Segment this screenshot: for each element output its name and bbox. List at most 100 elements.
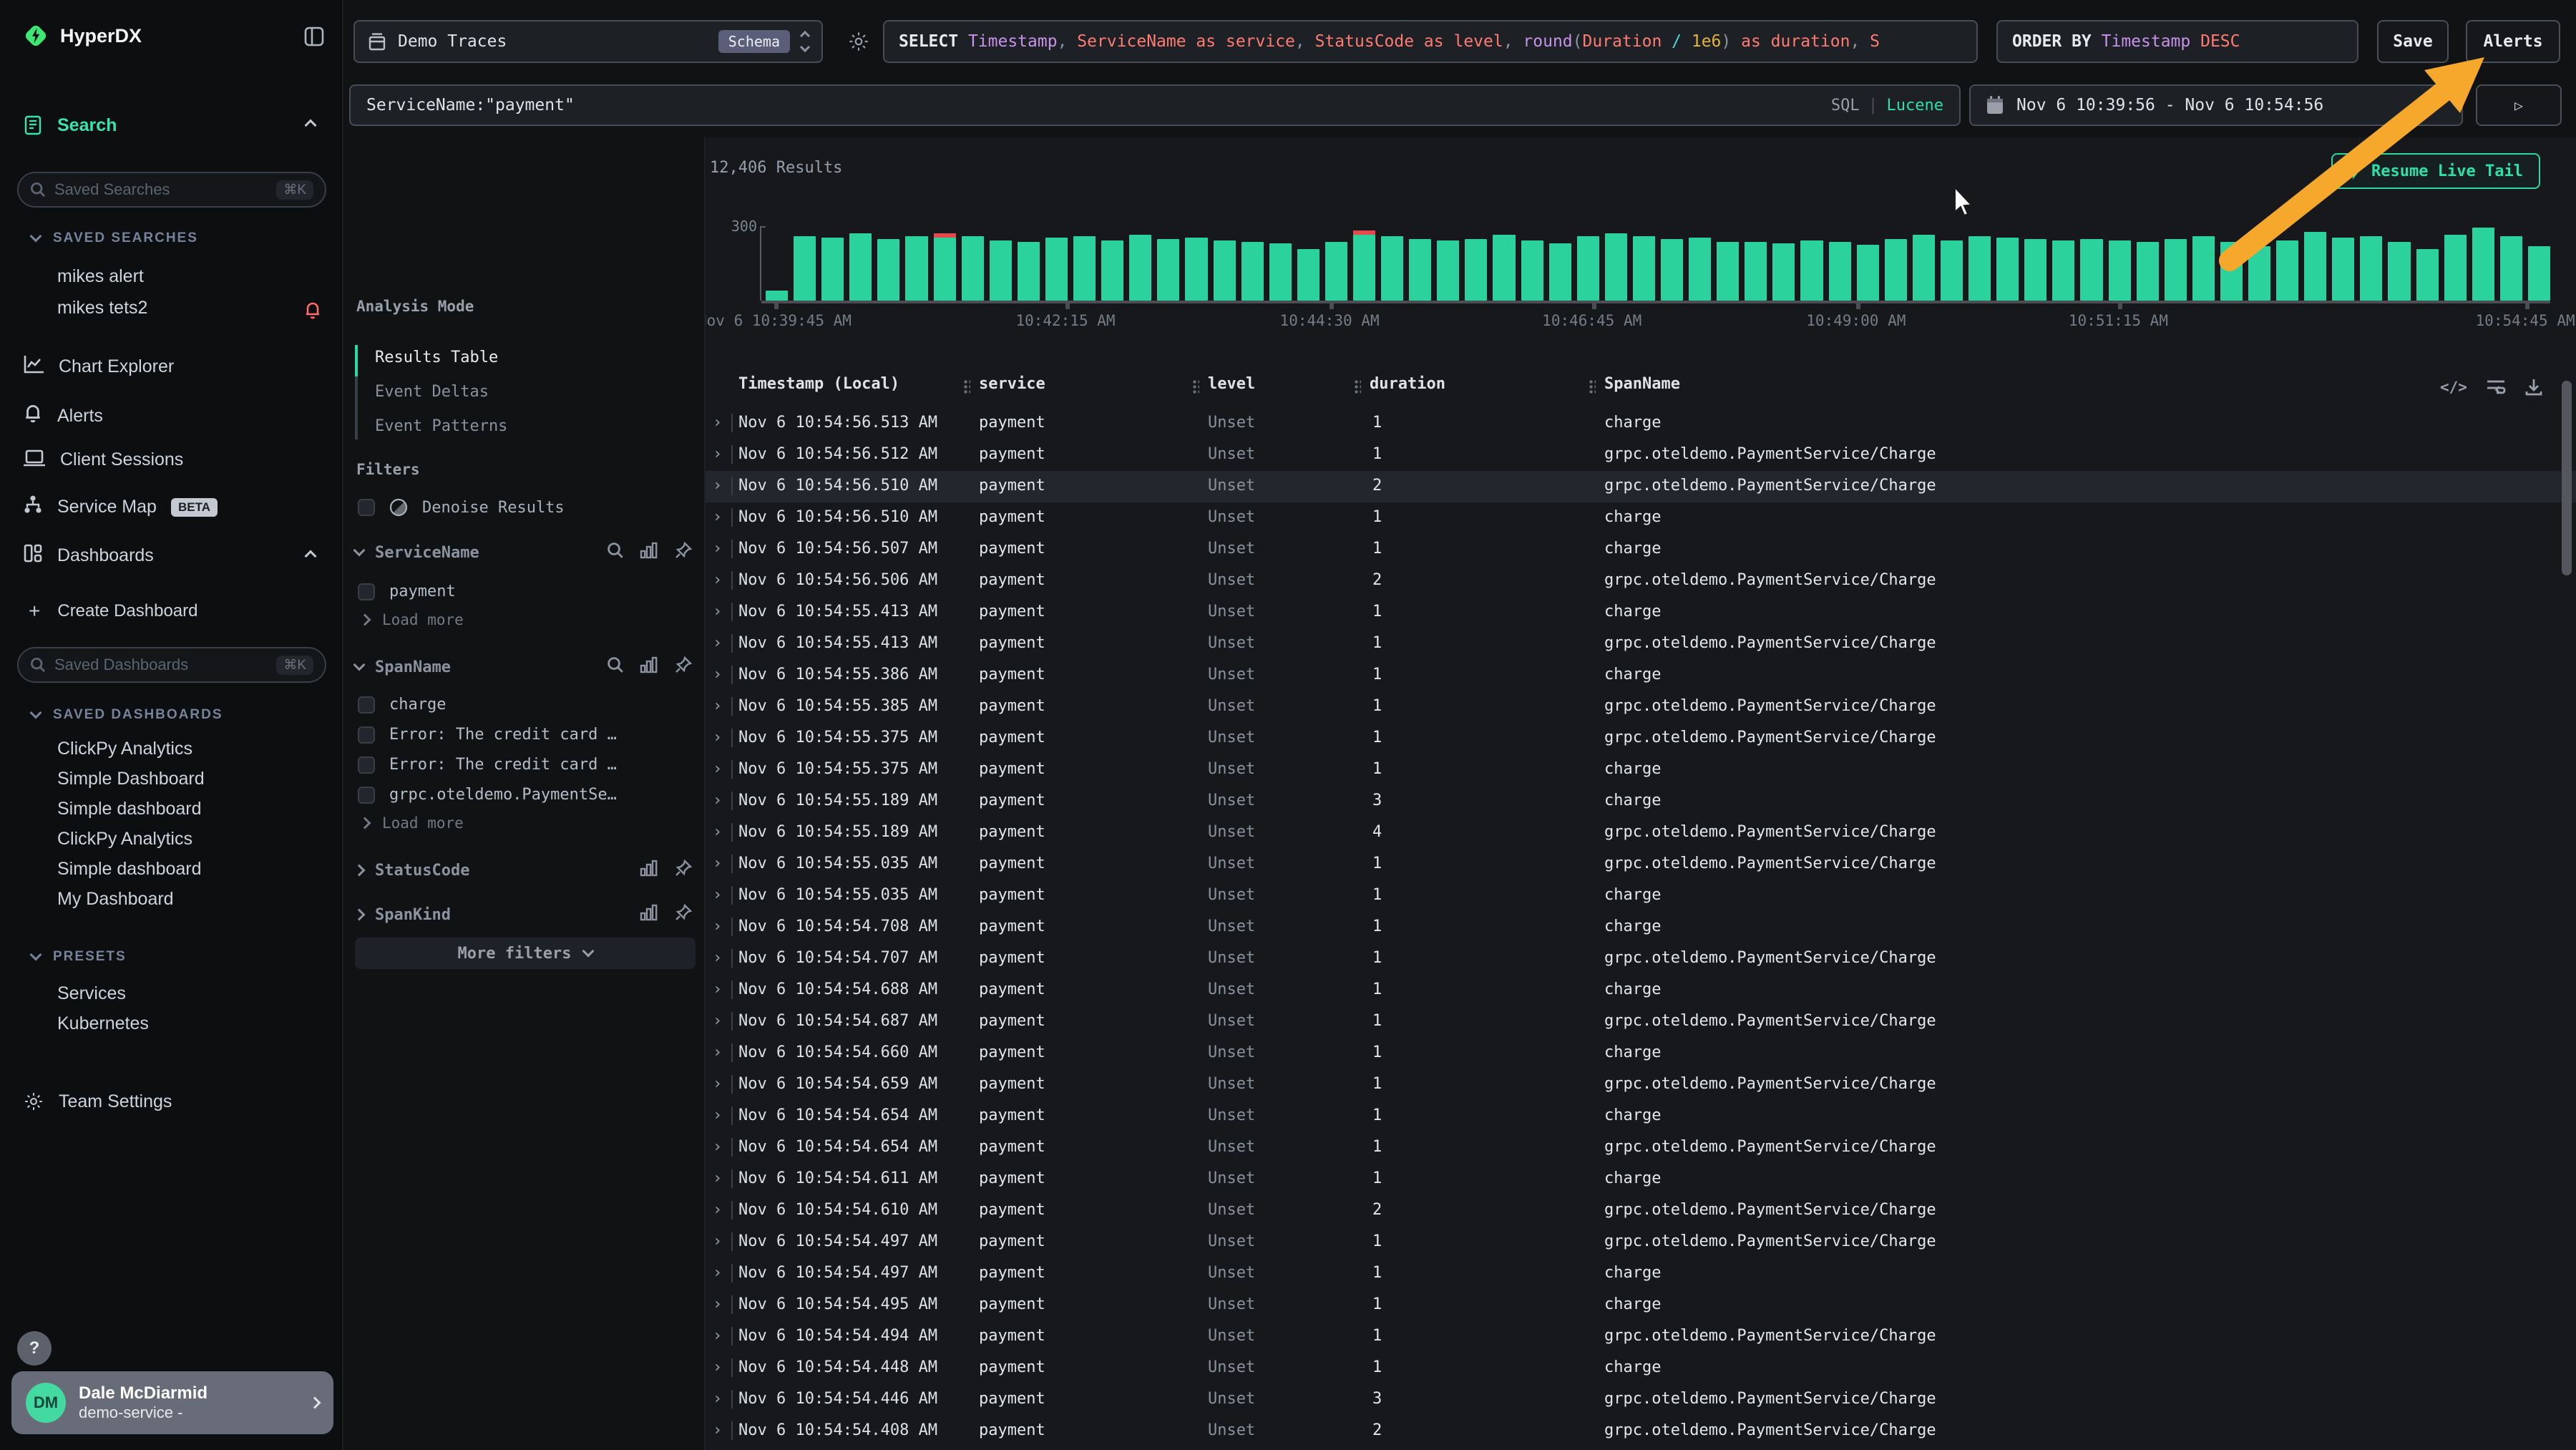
histogram-bar[interactable] (1353, 235, 1375, 301)
analysis-mode-event-patterns[interactable]: Event Patterns (355, 409, 698, 444)
table-row[interactable]: ›Nov 6 10:54:54.660 AMpaymentUnset1charg… (706, 1038, 2576, 1069)
table-row[interactable]: ›Nov 6 10:54:54.659 AMpaymentUnset1grpc.… (706, 1069, 2576, 1101)
histogram-bar[interactable] (2248, 246, 2270, 301)
histogram-bar[interactable] (849, 233, 872, 301)
histogram-bar[interactable] (1493, 235, 1515, 301)
alerts-button[interactable]: Alerts (2466, 20, 2560, 63)
expand-row-icon[interactable]: › (713, 1138, 722, 1156)
table-row[interactable]: ›Nov 6 10:54:54.448 AMpaymentUnset1charg… (706, 1353, 2576, 1384)
expand-row-icon[interactable]: › (713, 697, 722, 715)
saved-dashboard-item[interactable]: Simple Dashboard (57, 769, 205, 789)
expand-row-icon[interactable]: › (713, 1232, 722, 1250)
table-row[interactable]: ›Nov 6 10:54:55.413 AMpaymentUnset1grpc.… (706, 628, 2576, 660)
sidebar-collapse-icon[interactable] (303, 26, 325, 47)
expand-row-icon[interactable]: › (713, 886, 722, 904)
histogram-bar[interactable] (2080, 239, 2102, 301)
sidebar-item-service-map[interactable]: Service MapBETA (23, 494, 218, 520)
column-drag-handle-icon[interactable] (1589, 379, 1596, 395)
saved-dashboard-item[interactable]: Simple dashboard (57, 859, 202, 880)
expand-row-icon[interactable]: › (713, 445, 722, 463)
histogram-bar[interactable] (1101, 240, 1123, 301)
date-range-picker[interactable]: Nov 6 10:39:56 - Nov 6 10:54:56 (1969, 84, 2463, 126)
filter-value-checkbox[interactable]: Error: The credit card … (358, 756, 617, 774)
expand-row-icon[interactable]: › (713, 792, 722, 809)
saved-searches-input[interactable]: Saved Searches ⌘K (17, 172, 326, 208)
language-toggle-sql[interactable]: SQL (1831, 97, 1860, 115)
language-toggle-lucene[interactable]: Lucene (1887, 97, 1943, 115)
table-row[interactable]: ›Nov 6 10:54:54.494 AMpaymentUnset1grpc.… (706, 1321, 2576, 1353)
table-row[interactable]: ›Nov 6 10:54:55.035 AMpaymentUnset1grpc.… (706, 849, 2576, 880)
expand-row-icon[interactable]: › (713, 477, 722, 495)
histogram-bar[interactable] (934, 238, 956, 301)
histogram-bar[interactable] (2388, 242, 2410, 301)
column-drag-handle-icon[interactable] (963, 379, 970, 395)
histogram-bar[interactable] (1129, 235, 1151, 301)
histogram-bar[interactable] (2165, 239, 2187, 301)
expand-row-icon[interactable]: › (713, 1264, 722, 1282)
table-row[interactable]: ›Nov 6 10:54:55.385 AMpaymentUnset1grpc.… (706, 691, 2576, 723)
presets-header[interactable]: PRESETS (31, 949, 127, 965)
save-button[interactable]: Save (2377, 20, 2449, 63)
table-row[interactable]: ›Nov 6 10:54:56.510 AMpaymentUnset2grpc.… (706, 471, 2576, 502)
saved-dashboard-item[interactable]: My Dashboard (57, 889, 174, 910)
histogram-bar[interactable] (1269, 243, 1292, 301)
sidebar-item-alerts[interactable]: Alerts (23, 402, 103, 429)
source-settings-gear-icon[interactable] (847, 30, 870, 53)
histogram-bar[interactable] (1996, 238, 2019, 301)
user-menu[interactable]: DM Dale McDiarmid demo-service - (11, 1371, 333, 1434)
order-by-input[interactable]: ORDER BY Timestamp DESC (1996, 20, 2358, 63)
table-row[interactable]: ›Nov 6 10:54:56.512 AMpaymentUnset1grpc.… (706, 439, 2576, 471)
histogram-bar[interactable] (1717, 242, 1739, 301)
expand-row-icon[interactable]: › (713, 1390, 722, 1408)
histogram-bar[interactable] (2109, 240, 2131, 301)
pin-icon[interactable] (674, 656, 693, 678)
table-row[interactable]: ›Nov 6 10:54:54.687 AMpaymentUnset1grpc.… (706, 1006, 2576, 1038)
chart-icon[interactable] (640, 860, 658, 881)
table-row[interactable]: ›Nov 6 10:54:54.408 AMpaymentUnset2grpc.… (706, 1416, 2576, 1447)
table-row[interactable]: ›Nov 6 10:54:56.513 AMpaymentUnset1charg… (706, 408, 2576, 439)
table-row[interactable]: ›Nov 6 10:54:54.446 AMpaymentUnset3grpc.… (706, 1384, 2576, 1416)
histogram-bar[interactable] (1018, 242, 1040, 301)
resume-live-tail-button[interactable]: Resume Live Tail (2331, 153, 2540, 189)
histogram-bar[interactable] (1605, 233, 1627, 301)
table-row[interactable]: ›Nov 6 10:54:56.510 AMpaymentUnset1charg… (706, 502, 2576, 534)
histogram-bar[interactable] (1325, 242, 1347, 301)
histogram-bar[interactable] (1577, 236, 1599, 301)
table-row[interactable]: ›Nov 6 10:54:55.189 AMpaymentUnset3charg… (706, 786, 2576, 817)
denoise-results-checkbox[interactable]: Denoise Results (358, 498, 565, 517)
saved-dashboard-item[interactable]: Simple dashboard (57, 799, 202, 819)
histogram-bar[interactable] (1772, 243, 1795, 301)
table-row[interactable]: ›Nov 6 10:54:55.375 AMpaymentUnset1grpc.… (706, 723, 2576, 754)
filter-value-checkbox[interactable]: Error: The credit card … (358, 726, 617, 744)
preset-item[interactable]: Services (57, 983, 126, 1004)
table-row[interactable]: ›Nov 6 10:54:54.707 AMpaymentUnset1grpc.… (706, 943, 2576, 975)
table-row[interactable]: ›Nov 6 10:54:54.654 AMpaymentUnset1charg… (706, 1101, 2576, 1132)
histogram-bar[interactable] (905, 236, 927, 301)
histogram-bar[interactable] (1689, 238, 1711, 301)
histogram-bar[interactable] (1157, 239, 1179, 301)
create-dashboard-button[interactable]: + Create Dashboard (29, 600, 197, 623)
load-more-button[interactable]: Load more (361, 814, 464, 832)
table-row[interactable]: ›Nov 6 10:54:54.688 AMpaymentUnset1charg… (706, 975, 2576, 1006)
histogram-bar[interactable] (1437, 240, 1459, 301)
histogram-bar[interactable] (1241, 242, 1264, 301)
scrollbar-thumb[interactable] (2562, 381, 2572, 575)
histogram-bar[interactable] (1521, 240, 1543, 301)
search-icon[interactable] (607, 656, 624, 678)
pin-icon[interactable] (674, 903, 693, 926)
expand-row-icon[interactable]: › (713, 1327, 722, 1345)
expand-row-icon[interactable]: › (713, 1075, 722, 1093)
sidebar-item-dashboards[interactable]: Dashboards (23, 542, 154, 569)
saved-dashboards-header[interactable]: SAVED DASHBOARDS (31, 707, 223, 723)
histogram-bar[interactable] (1913, 235, 1935, 301)
filter-group-spankind[interactable]: SpanKind (355, 903, 693, 926)
table-row[interactable]: ›Nov 6 10:54:56.506 AMpaymentUnset2grpc.… (706, 565, 2576, 597)
expand-row-icon[interactable]: › (713, 981, 722, 998)
histogram-bar[interactable] (2024, 239, 2046, 301)
histogram-bar[interactable] (1409, 239, 1431, 301)
histogram-bar[interactable] (877, 239, 899, 301)
table-row[interactable]: ›Nov 6 10:54:54.611 AMpaymentUnset1charg… (706, 1164, 2576, 1195)
histogram-bar[interactable] (1745, 242, 1767, 301)
saved-dashboard-item[interactable]: ClickPy Analytics (57, 739, 192, 759)
histogram-bar[interactable] (2192, 236, 2215, 301)
